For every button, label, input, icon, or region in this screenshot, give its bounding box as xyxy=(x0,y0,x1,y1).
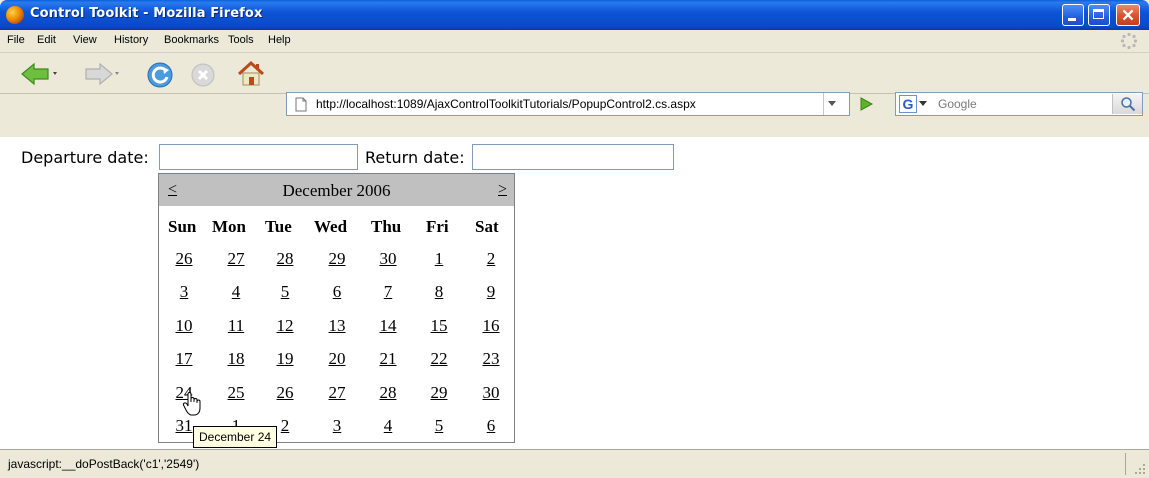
calendar-day[interactable]: 5 xyxy=(270,282,300,302)
dow-sun: Sun xyxy=(168,217,197,236)
navigation-toolbar xyxy=(0,53,1149,94)
departure-date-input[interactable] xyxy=(159,144,358,170)
return-date-input[interactable] xyxy=(472,144,674,170)
url-text: http://localhost:1089/AjaxControlToolkit… xyxy=(316,97,696,111)
menu-bar: File Edit View History Bookmarks Tools H… xyxy=(0,30,1149,53)
status-text: javascript:__doPostBack('c1','2549') xyxy=(8,457,200,471)
calendar-day[interactable]: 26 xyxy=(169,249,199,269)
calendar-day[interactable]: 16 xyxy=(476,316,506,336)
menu-file[interactable]: File xyxy=(7,34,25,46)
menu-edit[interactable]: Edit xyxy=(37,34,56,46)
search-button[interactable] xyxy=(1112,94,1142,114)
back-icon[interactable] xyxy=(18,61,58,87)
magnifier-icon xyxy=(1121,97,1136,112)
status-bar: javascript:__doPostBack('c1','2549') xyxy=(0,449,1149,478)
minimize-button[interactable] xyxy=(1062,4,1084,26)
calendar-day[interactable]: 19 xyxy=(270,349,300,369)
calendar-day[interactable]: 20 xyxy=(322,349,352,369)
calendar-day[interactable]: 27 xyxy=(221,249,251,269)
calendar-day[interactable]: 2 xyxy=(476,249,506,269)
stop-icon[interactable] xyxy=(190,62,216,88)
dropdown-arrow-icon[interactable] xyxy=(827,100,837,108)
page-icon xyxy=(295,97,307,112)
dow-wed: Wed xyxy=(314,217,348,236)
calendar-day[interactable]: 29 xyxy=(424,383,454,403)
calendar-day[interactable]: 18 xyxy=(221,349,251,369)
calendar-day[interactable]: 17 xyxy=(169,349,199,369)
calendar-day[interactable]: 7 xyxy=(373,282,403,302)
dow-thu: Thu xyxy=(371,217,402,236)
home-icon[interactable] xyxy=(236,60,266,88)
search-bar[interactable]: G xyxy=(895,92,1143,116)
calendar-day[interactable]: 3 xyxy=(322,416,352,436)
calendar-day[interactable]: 21 xyxy=(373,349,403,369)
calendar-day[interactable]: 28 xyxy=(373,383,403,403)
browser-window: Control Toolkit - Mozilla Firefox File E… xyxy=(0,0,1149,478)
calendar-day[interactable]: 28 xyxy=(270,249,300,269)
calendar-day[interactable]: 3 xyxy=(169,282,199,302)
close-icon xyxy=(1122,9,1134,21)
reload-icon[interactable] xyxy=(146,61,174,89)
calendar-day[interactable]: 15 xyxy=(424,316,454,336)
go-icon[interactable] xyxy=(858,96,874,112)
dow-sat: Sat xyxy=(475,217,499,236)
departure-date-label: Departure date: xyxy=(21,148,149,167)
calendar-header: < December 2006 > xyxy=(159,174,514,206)
search-placeholder: Google xyxy=(938,97,977,111)
date-tooltip: December 24 xyxy=(193,426,278,448)
hand-cursor-icon xyxy=(182,392,201,416)
resize-grip-icon[interactable] xyxy=(1134,463,1146,475)
calendar-day[interactable]: 12 xyxy=(270,316,300,336)
menu-tools[interactable]: Tools xyxy=(228,34,254,46)
maximize-button[interactable] xyxy=(1088,4,1110,26)
calendar-day[interactable]: 30 xyxy=(476,383,506,403)
calendar-day[interactable]: 9 xyxy=(476,282,506,302)
firefox-icon xyxy=(6,6,24,24)
return-date-label: Return date: xyxy=(365,148,465,167)
calendar-month-title: December 2006 xyxy=(282,181,391,200)
calendar-day[interactable]: 23 xyxy=(476,349,506,369)
calendar-day[interactable]: 11 xyxy=(221,316,251,336)
calendar-day[interactable]: 10 xyxy=(169,316,199,336)
calendar-day[interactable]: 22 xyxy=(424,349,454,369)
menu-view[interactable]: View xyxy=(73,34,97,46)
calendar-day[interactable]: 5 xyxy=(424,416,454,436)
menu-help[interactable]: Help xyxy=(268,34,291,46)
calendar-day[interactable]: 27 xyxy=(322,383,352,403)
calendar-popup: < December 2006 > Sun Mon Tue Wed Thu Fr… xyxy=(158,173,515,443)
title-bar[interactable]: Control Toolkit - Mozilla Firefox xyxy=(0,0,1149,30)
calendar-day[interactable]: 13 xyxy=(322,316,352,336)
forward-icon[interactable] xyxy=(82,61,122,87)
calendar-day[interactable]: 6 xyxy=(476,416,506,436)
calendar-day[interactable]: 6 xyxy=(322,282,352,302)
menu-history[interactable]: History xyxy=(114,34,148,46)
calendar-day[interactable]: 8 xyxy=(424,282,454,302)
menu-bookmarks[interactable]: Bookmarks xyxy=(164,34,219,46)
dow-tue: Tue xyxy=(265,217,292,236)
next-month-link[interactable]: > xyxy=(498,181,507,199)
calendar-day[interactable]: 29 xyxy=(322,249,352,269)
engine-dropdown-icon[interactable] xyxy=(919,101,927,107)
calendar-day[interactable]: 4 xyxy=(221,282,251,302)
window-title: Control Toolkit - Mozilla Firefox xyxy=(30,6,263,21)
dow-fri: Fri xyxy=(426,217,449,236)
close-button[interactable] xyxy=(1116,4,1140,26)
calendar-day[interactable]: 26 xyxy=(270,383,300,403)
dow-mon: Mon xyxy=(212,217,246,236)
throbber-icon xyxy=(1120,32,1138,50)
calendar-day[interactable]: 25 xyxy=(221,383,251,403)
google-icon[interactable]: G xyxy=(899,95,917,113)
calendar-day[interactable]: 1 xyxy=(424,249,454,269)
calendar-day[interactable]: 14 xyxy=(373,316,403,336)
calendar-day[interactable]: 4 xyxy=(373,416,403,436)
calendar-day[interactable]: 30 xyxy=(373,249,403,269)
